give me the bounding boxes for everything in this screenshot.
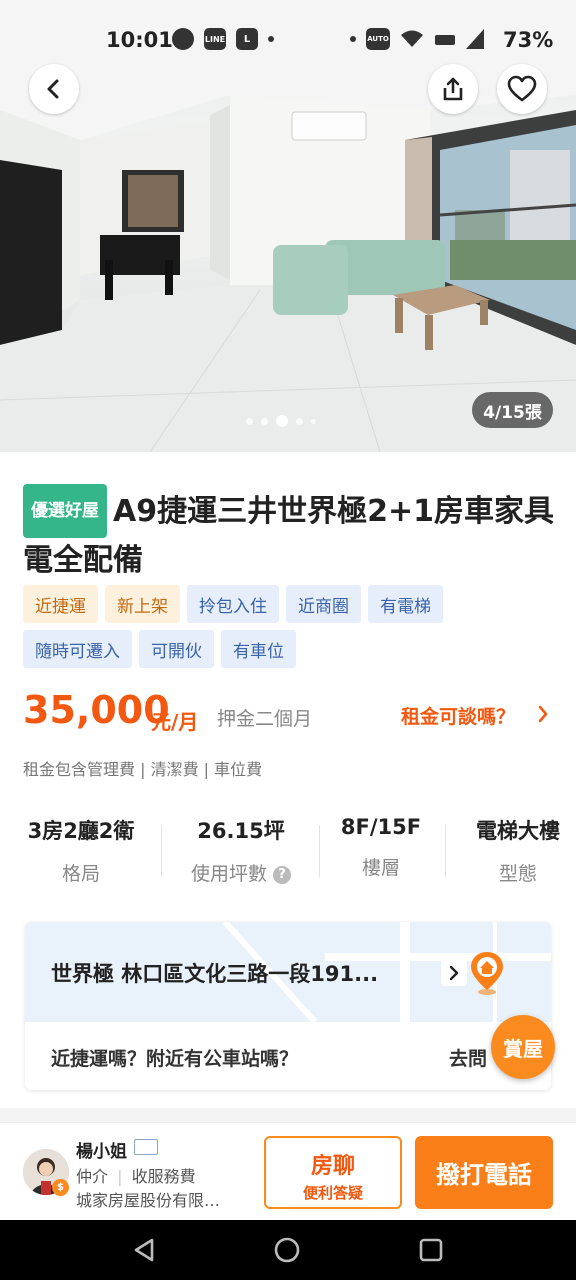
pagination-dot [311, 418, 316, 424]
agent-company: 城家房屋股份有限… [76, 1191, 221, 1210]
spec-value: 26.15坪 [197, 819, 285, 843]
share-icon [443, 77, 463, 101]
rent-price: 35,000 [23, 688, 170, 732]
pagination-dot-active [276, 415, 288, 427]
id-card-icon[interactable] [134, 1139, 158, 1155]
more-notifications-dot [268, 36, 274, 42]
room-photo [0, 0, 576, 452]
rent-unit: 元/月 [151, 710, 199, 734]
spec-label: 使用坪數 ? [183, 859, 299, 886]
location-address: 世界極 林口區文化三路一段191... [51, 962, 379, 986]
map-pin-icon [471, 952, 503, 995]
photo-pagination [246, 415, 316, 427]
listing-title-block: 優選好屋 A9捷運三井世界極2+1房車家具電全配備 [23, 484, 558, 584]
spec-floor: 8F/15F 樓層 [325, 815, 437, 880]
nav-home-icon[interactable] [273, 1236, 301, 1264]
chevron-left-icon [47, 79, 59, 99]
wifi-icon [401, 30, 423, 47]
help-icon[interactable]: ? [273, 866, 292, 884]
call-button[interactable]: 撥打電話 [415, 1136, 553, 1209]
spec-value: 電梯大樓 [476, 819, 560, 843]
listing-photo[interactable]: 10:01 LINE L AUTO 73% 4/15張 [0, 0, 576, 452]
chevron-right-icon [538, 705, 548, 723]
chat-button-title: 房聊 [310, 1154, 355, 1179]
spec-layout: 3房2廳2衛 格局 [23, 815, 139, 886]
chat-button-subtitle: 便利答疑 [302, 1184, 363, 1202]
spec-label-text: 使用坪數 [190, 863, 267, 885]
favorite-button[interactable] [497, 64, 547, 114]
spec-value: 8F/15F [340, 815, 422, 839]
photo-counter[interactable]: 4/15張 [472, 392, 553, 428]
tag-new-listing: 新上架 [105, 585, 180, 623]
agent-name: 楊小姐 [76, 1142, 127, 1162]
spec-summary: 3房2廳2衛 格局 26.15坪 使用坪數 ? 8F/15F 樓層 電梯大樓 型… [0, 815, 576, 895]
tag-elevator: 有電梯 [368, 585, 443, 623]
viewing-float-button[interactable]: 賞屋 [491, 1015, 555, 1079]
ask-button[interactable]: 去問 [449, 1044, 487, 1071]
spec-label: 格局 [61, 863, 100, 885]
negotiate-link[interactable]: 租金可談嗎？ [401, 702, 515, 729]
nav-recents-icon[interactable] [417, 1236, 445, 1264]
signal-icon [466, 29, 484, 49]
privacy-dot [350, 36, 356, 42]
agent-fee-text: 收服務費 [131, 1167, 196, 1186]
status-bar: 10:01 LINE L AUTO 73% [0, 22, 576, 58]
system-nav-bar [0, 1220, 576, 1280]
feature-tags: 近捷運 新上架 拎包入住 近商圈 有電梯 隨時可遷入 可開伙 有車位 [23, 585, 543, 668]
status-time: 10:01 [106, 28, 173, 52]
transit-question: 近捷運嗎？附近有公車站嗎？ [51, 1048, 299, 1070]
auto-hd-icon: AUTO [366, 28, 390, 50]
volte-icon [435, 35, 455, 45]
premium-badge: 優選好屋 [23, 484, 107, 538]
spec-value: 3房2廳2衛 [27, 819, 135, 843]
listing-title: 優選好屋 A9捷運三井世界極2+1房車家具電全配備 [23, 484, 558, 584]
divider [319, 825, 320, 877]
pagination-dot [261, 417, 268, 425]
battery-level: 73% [503, 28, 554, 52]
chevron-right-icon [449, 965, 459, 981]
tag-parking: 有車位 [221, 630, 296, 668]
chat-button[interactable]: 房聊 便利答疑 [264, 1136, 402, 1209]
status-system-icons: AUTO [350, 28, 484, 50]
spec-label: 樓層 [361, 857, 400, 879]
agent-role: 仲介 | 收服務費 [76, 1163, 196, 1187]
tag-near-shopping: 近商圈 [286, 585, 361, 623]
tag-cooking-allowed: 可開伙 [139, 630, 214, 668]
back-button[interactable] [29, 64, 79, 114]
spec-label: 型態 [498, 863, 537, 885]
section-separator [0, 1108, 576, 1122]
heart-icon [507, 75, 537, 102]
pagination-dot [246, 417, 253, 425]
line-icon: LINE [204, 28, 226, 50]
agent-role-text: 仲介 [76, 1167, 109, 1186]
nav-back-icon[interactable] [130, 1236, 158, 1264]
tag-move-in-anytime: 隨時可遷入 [23, 630, 132, 668]
agent-badge-icon: $ [52, 1179, 69, 1196]
rent-includes-note: 租金包含管理費 | 清潔費 | 車位費 [23, 760, 263, 779]
location-card[interactable]: 世界極 林口區文化三路一段191... 近捷運嗎？附近有公車站嗎？ 去問 [25, 922, 551, 1090]
location-arrow[interactable] [441, 960, 467, 986]
chat-icon [172, 28, 194, 50]
deposit-text: 押金二個月 [217, 708, 313, 730]
agent-contact-bar: $ 楊小姐 仲介 | 收服務費 城家房屋股份有限… 房聊 便利答疑 撥打電話 [0, 1122, 576, 1220]
status-notification-icons: LINE L [172, 28, 274, 50]
app-l-icon: L [236, 28, 258, 50]
divider [161, 825, 162, 877]
spec-building-type: 電梯大樓 型態 [463, 815, 573, 886]
share-button[interactable] [428, 64, 478, 114]
pagination-dot [296, 417, 303, 425]
tag-near-mrt: 近捷運 [23, 585, 98, 623]
divider: | [117, 1167, 123, 1186]
divider [445, 825, 446, 877]
tag-move-in-ready: 拎包入住 [187, 585, 279, 623]
spec-area[interactable]: 26.15坪 使用坪數 ? [183, 815, 299, 886]
price-row: 35,000 元/月 押金二個月 租金可談嗎？ [23, 688, 553, 736]
